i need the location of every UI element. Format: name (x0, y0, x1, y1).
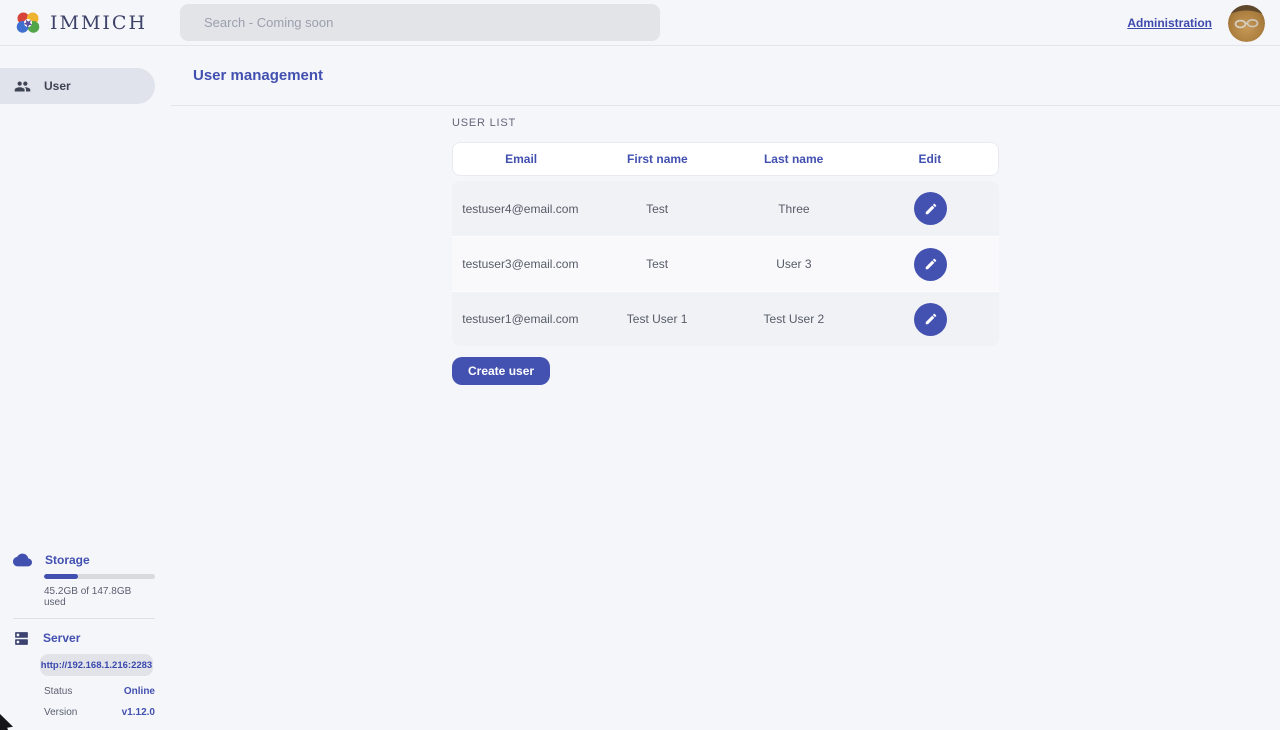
immich-app: IMMICH Administration (0, 0, 1280, 730)
storage-progress-fill (44, 574, 78, 579)
search-input[interactable] (180, 4, 660, 41)
sidebar-divider (13, 618, 155, 619)
create-user-button[interactable]: Create user (452, 357, 550, 385)
cell-first-name: Test (589, 257, 726, 271)
cell-first-name: Test User 1 (589, 312, 726, 326)
column-header-edit: Edit (862, 152, 998, 166)
user-table: EmailFirst nameLast nameEdit testuser4@e… (452, 142, 999, 346)
cell-last-name: User 3 (726, 257, 863, 271)
server-version-row: Version v1.12.0 (44, 707, 155, 718)
server-icon (13, 630, 30, 647)
pencil-icon (924, 202, 938, 216)
page-title: User management (193, 67, 323, 84)
server-widget-header: Server (0, 629, 155, 647)
sidebar-item-user[interactable]: User (0, 68, 155, 104)
cell-first-name: Test (589, 202, 726, 216)
user-table-body: testuser4@email.comTestThreetestuser3@em… (452, 181, 999, 346)
search-bar[interactable] (180, 4, 660, 41)
status-label: Status (44, 686, 72, 697)
storage-widget-header: Storage (0, 551, 155, 569)
storage-progress-bar (44, 574, 155, 579)
cell-last-name: Three (726, 202, 863, 216)
server-status-row: Status Online (44, 686, 155, 697)
column-header-email: Email (453, 152, 589, 166)
brand-name: IMMICH (50, 12, 147, 34)
main-panel: User management USER LIST EmailFirst nam… (171, 46, 1280, 730)
server-title: Server (43, 631, 80, 645)
section-label: USER LIST (452, 117, 999, 129)
sidebar-item-label: User (44, 79, 71, 93)
edit-user-button[interactable] (914, 303, 947, 336)
immich-logo-icon (14, 9, 42, 37)
header-right: Administration (1127, 0, 1265, 46)
version-value: v1.12.0 (122, 707, 155, 718)
app-header: IMMICH Administration (0, 0, 1280, 46)
title-row: User management (171, 46, 1280, 106)
status-value: Online (124, 686, 155, 697)
pencil-icon (924, 257, 938, 271)
column-header-first-name: First name (589, 152, 725, 166)
cloud-icon (13, 553, 32, 567)
server-url-badge: http://192.168.1.216:2283 (40, 654, 153, 676)
administration-link[interactable]: Administration (1127, 16, 1212, 30)
version-label: Version (44, 707, 77, 718)
storage-title: Storage (45, 553, 90, 567)
cell-email: testuser3@email.com (452, 257, 589, 271)
table-row: testuser4@email.comTestThree (452, 181, 999, 236)
table-row: testuser1@email.comTest User 1Test User … (452, 291, 999, 346)
brand[interactable]: IMMICH (0, 9, 147, 37)
sidebar: User Storage 45.2GB of 147.8GB used (0, 46, 155, 730)
table-row: testuser3@email.comTestUser 3 (452, 236, 999, 291)
user-list-section: USER LIST EmailFirst nameLast nameEdit t… (452, 117, 999, 385)
column-header-last-name: Last name (726, 152, 862, 166)
pencil-icon (924, 312, 938, 326)
storage-usage-text: 45.2GB of 147.8GB used (44, 586, 155, 608)
edit-user-button[interactable] (914, 192, 947, 225)
users-icon (14, 78, 31, 95)
edit-user-button[interactable] (914, 248, 947, 281)
cell-edit (862, 192, 999, 225)
user-avatar[interactable] (1228, 5, 1265, 42)
sidebar-widgets: Storage 45.2GB of 147.8GB used Server ht… (0, 551, 155, 718)
cell-email: testuser4@email.com (452, 202, 589, 216)
user-table-header: EmailFirst nameLast nameEdit (452, 142, 999, 176)
cell-last-name: Test User 2 (726, 312, 863, 326)
cell-email: testuser1@email.com (452, 312, 589, 326)
cell-edit (862, 303, 999, 336)
cell-edit (862, 248, 999, 281)
